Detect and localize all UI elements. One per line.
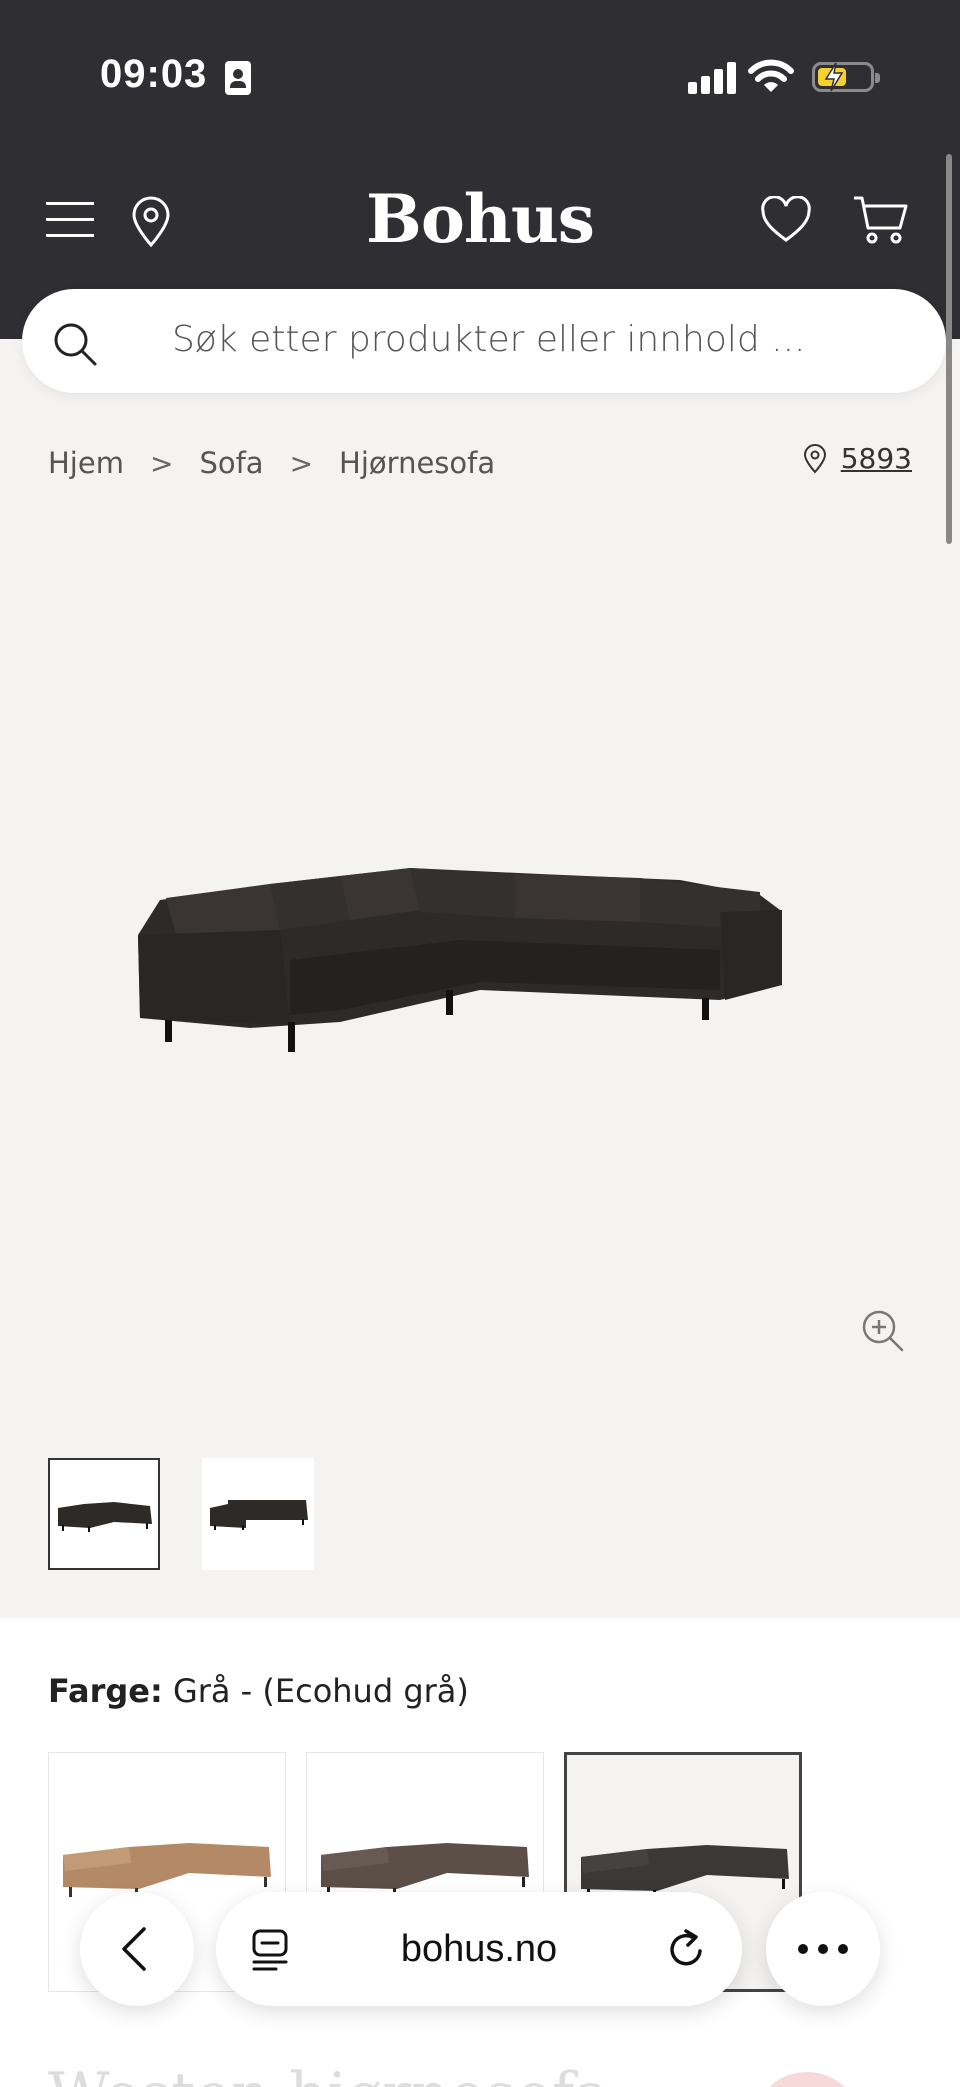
browser-url[interactable]: bohus.no (216, 1928, 742, 1971)
search-input[interactable]: Søk etter produkter eller innhold ... (22, 289, 946, 393)
color-label: Farge: Grå - (Ecohud grå) (48, 1672, 469, 1710)
breadcrumb: Hjem > Sofa > Hjørnesofa (48, 446, 495, 480)
breadcrumb-separator: > (289, 446, 314, 480)
wifi-icon (748, 59, 794, 92)
store-number[interactable]: 5893 (841, 442, 912, 475)
thumbnail-2[interactable] (202, 1458, 314, 1570)
reload-icon[interactable] (666, 1927, 708, 1971)
cart-icon[interactable] (852, 194, 910, 246)
breadcrumb-hjornesofa[interactable]: Hjørnesofa (339, 446, 495, 480)
chevron-left-icon (122, 1927, 146, 1971)
color-label-title: Farge: (48, 1672, 163, 1710)
battery-charging-icon (812, 62, 880, 92)
zoom-in-icon[interactable] (860, 1308, 906, 1354)
contact-card-icon (225, 61, 251, 95)
browser-url-bar[interactable]: bohus.no (216, 1892, 742, 2006)
breadcrumb-home[interactable]: Hjem (48, 446, 124, 480)
store-selector[interactable]: 5893 (803, 442, 912, 475)
corner-sofa-image[interactable] (120, 850, 840, 1090)
search-placeholder: Søk etter produkter eller innhold ... (172, 319, 806, 360)
heart-icon[interactable] (760, 196, 812, 244)
thumbnail-1[interactable] (48, 1458, 160, 1570)
more-icon (798, 1944, 848, 1954)
bohus-logo[interactable]: Bohus (0, 180, 960, 258)
browser-more-button[interactable] (766, 1892, 880, 2006)
scrollbar[interactable] (946, 154, 952, 544)
status-time: 09:03 (100, 52, 208, 96)
product-title: Weston hjørnesofa (48, 2060, 610, 2087)
cellular-signal-icon (688, 62, 736, 94)
browser-back-button[interactable] (80, 1892, 194, 2006)
map-pin-icon (803, 443, 826, 473)
search-icon (54, 323, 97, 366)
breadcrumb-separator: > (149, 446, 174, 480)
color-value: Grå - (Ecohud grå) (172, 1672, 469, 1710)
breadcrumb-sofa[interactable]: Sofa (199, 446, 263, 480)
